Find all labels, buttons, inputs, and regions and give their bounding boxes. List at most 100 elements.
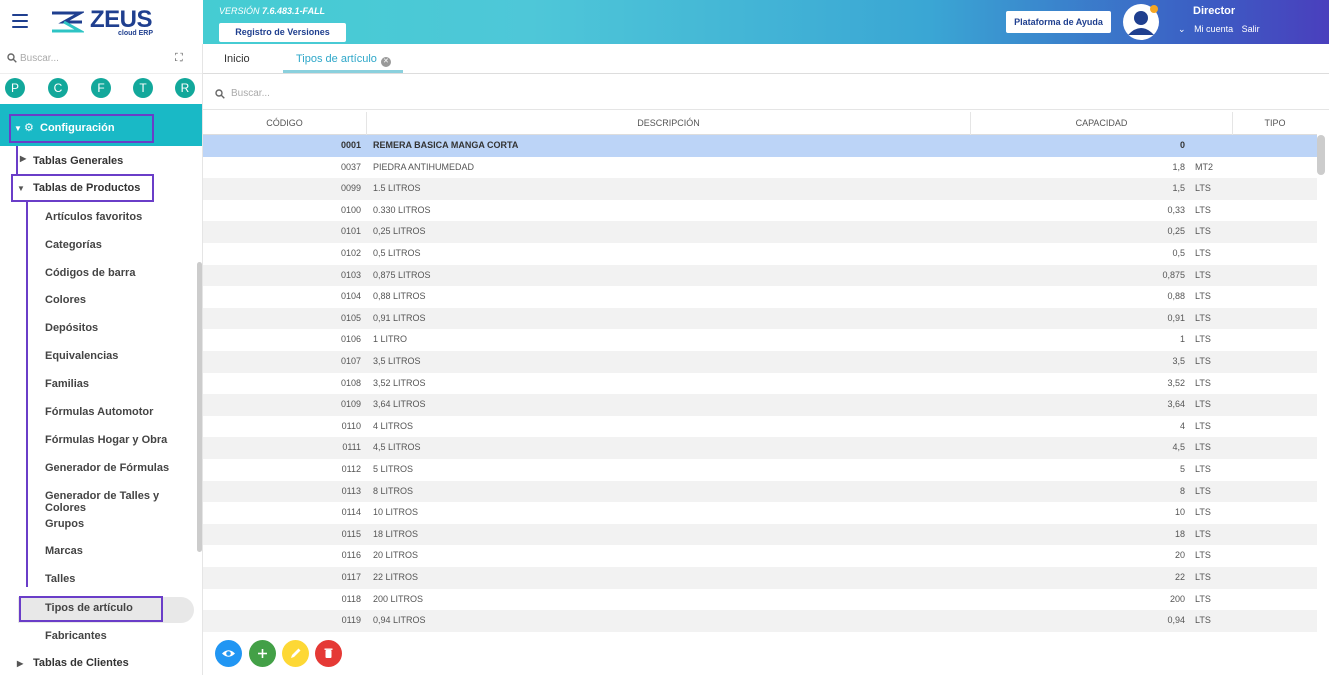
sidebar-search[interactable]: Buscar... ⛶ <box>0 44 202 74</box>
cell-descripcion: 0,88 LITROS <box>373 291 426 302</box>
cell-codigo: 0108 <box>340 377 361 388</box>
cell-codigo: 0099 <box>340 183 361 194</box>
column-header-descripcion[interactable]: DESCRIPCIÓN <box>367 112 971 135</box>
cell-descripcion: 0,91 LITROS <box>373 312 426 323</box>
sidebar-item-fabricantes[interactable]: Fabricantes <box>45 630 107 642</box>
table-row[interactable]: 0113 8 LITROS 8 LTS <box>203 480 1317 503</box>
sidebar-search-input[interactable]: Buscar... <box>20 53 59 64</box>
plus-icon <box>258 649 267 658</box>
table-row[interactable]: 0115 18 LITROS 18 LTS <box>203 523 1317 546</box>
sidebar-item-marcas[interactable]: Marcas <box>45 545 83 557</box>
sidebar-item-grupos[interactable]: Grupos <box>45 518 84 530</box>
table-row[interactable]: 0099 1.5 LITROS 1,5 LTS <box>203 178 1317 200</box>
mi-cuenta-link[interactable]: Mi cuenta <box>1194 24 1233 34</box>
cell-tipo: LTS <box>1195 226 1211 237</box>
sidebar-item-articulos-favoritos[interactable]: Artículos favoritos <box>45 211 142 223</box>
sidebar-item-formulas-automotor[interactable]: Fórmulas Automotor <box>45 406 153 418</box>
table-row[interactable]: 0117 22 LITROS 22 LTS <box>203 567 1317 589</box>
plataforma-ayuda-button[interactable]: Plataforma de Ayuda <box>1006 11 1111 33</box>
grid-scrollbar[interactable] <box>1317 135 1325 175</box>
letter-p-button[interactable]: P <box>5 78 25 98</box>
table-row[interactable]: 0111 4,5 LITROS 4,5 LTS <box>203 437 1317 459</box>
cell-capacidad: 0,25 <box>1167 226 1185 237</box>
delete-button[interactable] <box>315 640 342 667</box>
registro-versiones-button[interactable]: Registro de Versiones <box>219 23 346 42</box>
configuracion-label: Configuración <box>40 122 115 134</box>
sidebar-item-tablas-productos[interactable]: Tablas de Productos <box>33 182 140 194</box>
table-row[interactable]: 0001 REMERA BASICA MANGA CORTA 0 <box>203 135 1317 157</box>
annotation-arrow <box>16 146 18 174</box>
caret-down-icon: ▼ <box>17 184 25 193</box>
sidebar-item-tablas-generales[interactable]: Tablas Generales <box>33 155 123 167</box>
table-row[interactable]: 0119 0,94 LITROS 0,94 LTS <box>203 610 1317 632</box>
main-search-input[interactable]: Buscar... <box>231 88 270 99</box>
close-icon[interactable]: ✕ <box>380 57 391 67</box>
cell-tipo: LTS <box>1195 572 1211 582</box>
view-button[interactable] <box>215 640 242 667</box>
letter-c-button[interactable]: C <box>48 78 68 98</box>
tab-inicio[interactable]: Inicio <box>224 53 250 65</box>
table-row[interactable]: 0037 PIEDRA ANTIHUMEDAD 1,8 MT2 <box>203 157 1317 179</box>
cell-capacidad: 10 <box>1174 507 1185 518</box>
table-row[interactable]: 0108 3,52 LITROS 3,52 LTS <box>203 373 1317 395</box>
sidebar-item-tipos-articulo[interactable]: Tipos de artículo <box>45 602 133 614</box>
sidebar-item-talles[interactable]: Talles <box>45 573 75 585</box>
table-row[interactable]: 0104 0,88 LITROS 0,88 LTS <box>203 286 1317 308</box>
table-row[interactable]: 0116 20 LITROS 20 LTS <box>203 545 1317 567</box>
cell-capacidad: 0,88 <box>1167 291 1185 302</box>
letter-f-button[interactable]: F <box>91 78 111 98</box>
chevron-down-icon[interactable]: ⌄ <box>1178 24 1186 34</box>
table-row[interactable]: 0112 5 LITROS 5 LTS <box>203 459 1317 481</box>
column-header-codigo[interactable]: CÓDIGO <box>203 112 367 135</box>
sidebar-scrollbar[interactable] <box>197 262 202 552</box>
table-row[interactable]: 0100 0.330 LITROS 0,33 LTS <box>203 200 1317 222</box>
sidebar-item-codigos-barra[interactable]: Códigos de barra <box>45 267 135 279</box>
table-row[interactable]: 0105 0,91 LITROS 0,91 LTS <box>203 307 1317 330</box>
active-tab-indicator <box>283 70 403 73</box>
add-button[interactable] <box>249 640 276 667</box>
cell-tipo: LTS <box>1195 485 1211 496</box>
sidebar-item-generador-talles[interactable]: Generador de Talles y Colores <box>45 490 202 514</box>
cell-descripcion: REMERA BASICA MANGA CORTA <box>373 140 519 150</box>
column-header-tipo[interactable]: TIPO <box>1233 112 1317 135</box>
table-row[interactable]: 0106 1 LITRO 1 LTS <box>203 329 1317 351</box>
table-row[interactable]: 0114 10 LITROS 10 LTS <box>203 502 1317 524</box>
sidebar-item-tablas-clientes[interactable]: Tablas de Clientes <box>33 657 129 669</box>
sidebar-item-generador-formulas[interactable]: Generador de Fórmulas <box>45 462 169 474</box>
salir-link[interactable]: Salir <box>1242 24 1260 34</box>
edit-button[interactable] <box>282 640 309 667</box>
table-row[interactable]: 0118 200 LITROS 200 LTS <box>203 589 1317 611</box>
tab-tipos-label: Tipos de artículo <box>296 53 377 65</box>
sidebar-item-equivalencias[interactable]: Equivalencias <box>45 350 118 362</box>
sidebar-item-familias[interactable]: Familias <box>45 378 89 390</box>
cell-capacidad: 0,94 <box>1167 615 1185 626</box>
table-row[interactable]: 0103 0,875 LITROS 0,875 LTS <box>203 264 1317 287</box>
table-row[interactable]: 0109 3,64 LITROS 3,64 LTS <box>203 394 1317 416</box>
sidebar-item-colores[interactable]: Colores <box>45 294 86 306</box>
table-row[interactable]: 0110 4 LITROS 4 LTS <box>203 416 1317 438</box>
tab-tipos-articulo[interactable]: Tipos de artículo ✕ <box>296 53 391 67</box>
cell-capacidad: 200 <box>1169 593 1185 604</box>
expand-icon[interactable]: ⛶ <box>175 52 183 65</box>
cell-tipo: LTS <box>1195 593 1211 604</box>
sidebar-item-depositos[interactable]: Depósitos <box>45 322 98 334</box>
cell-codigo: 0118 <box>341 593 361 604</box>
letter-t-button[interactable]: T <box>133 78 153 98</box>
user-avatar-icon[interactable] <box>1122 3 1160 41</box>
trash-icon <box>324 648 333 658</box>
table-row[interactable]: 0102 0,5 LITROS 0,5 LTS <box>203 243 1317 265</box>
gear-icon: ⚙ <box>24 122 34 134</box>
cell-codigo: 0100 <box>340 204 361 215</box>
cell-descripcion: 1 LITRO <box>373 334 408 345</box>
cell-capacidad: 1,8 <box>1172 161 1185 172</box>
logo-subtitle: cloud ERP <box>118 30 154 37</box>
letter-r-button[interactable]: R <box>175 78 195 98</box>
table-row[interactable]: 0107 3,5 LITROS 3,5 LTS <box>203 351 1317 373</box>
column-header-capacidad[interactable]: CAPACIDAD <box>971 112 1233 135</box>
sidebar-item-categorias[interactable]: Categorías <box>45 239 102 251</box>
main-search[interactable]: Buscar... <box>203 76 1329 110</box>
hamburger-menu-icon[interactable] <box>12 14 28 28</box>
table-row[interactable]: 0101 0,25 LITROS 0,25 LTS <box>203 221 1317 243</box>
sidebar-item-formulas-hogar[interactable]: Fórmulas Hogar y Obra <box>45 434 167 446</box>
cell-tipo: LTS <box>1195 420 1211 431</box>
